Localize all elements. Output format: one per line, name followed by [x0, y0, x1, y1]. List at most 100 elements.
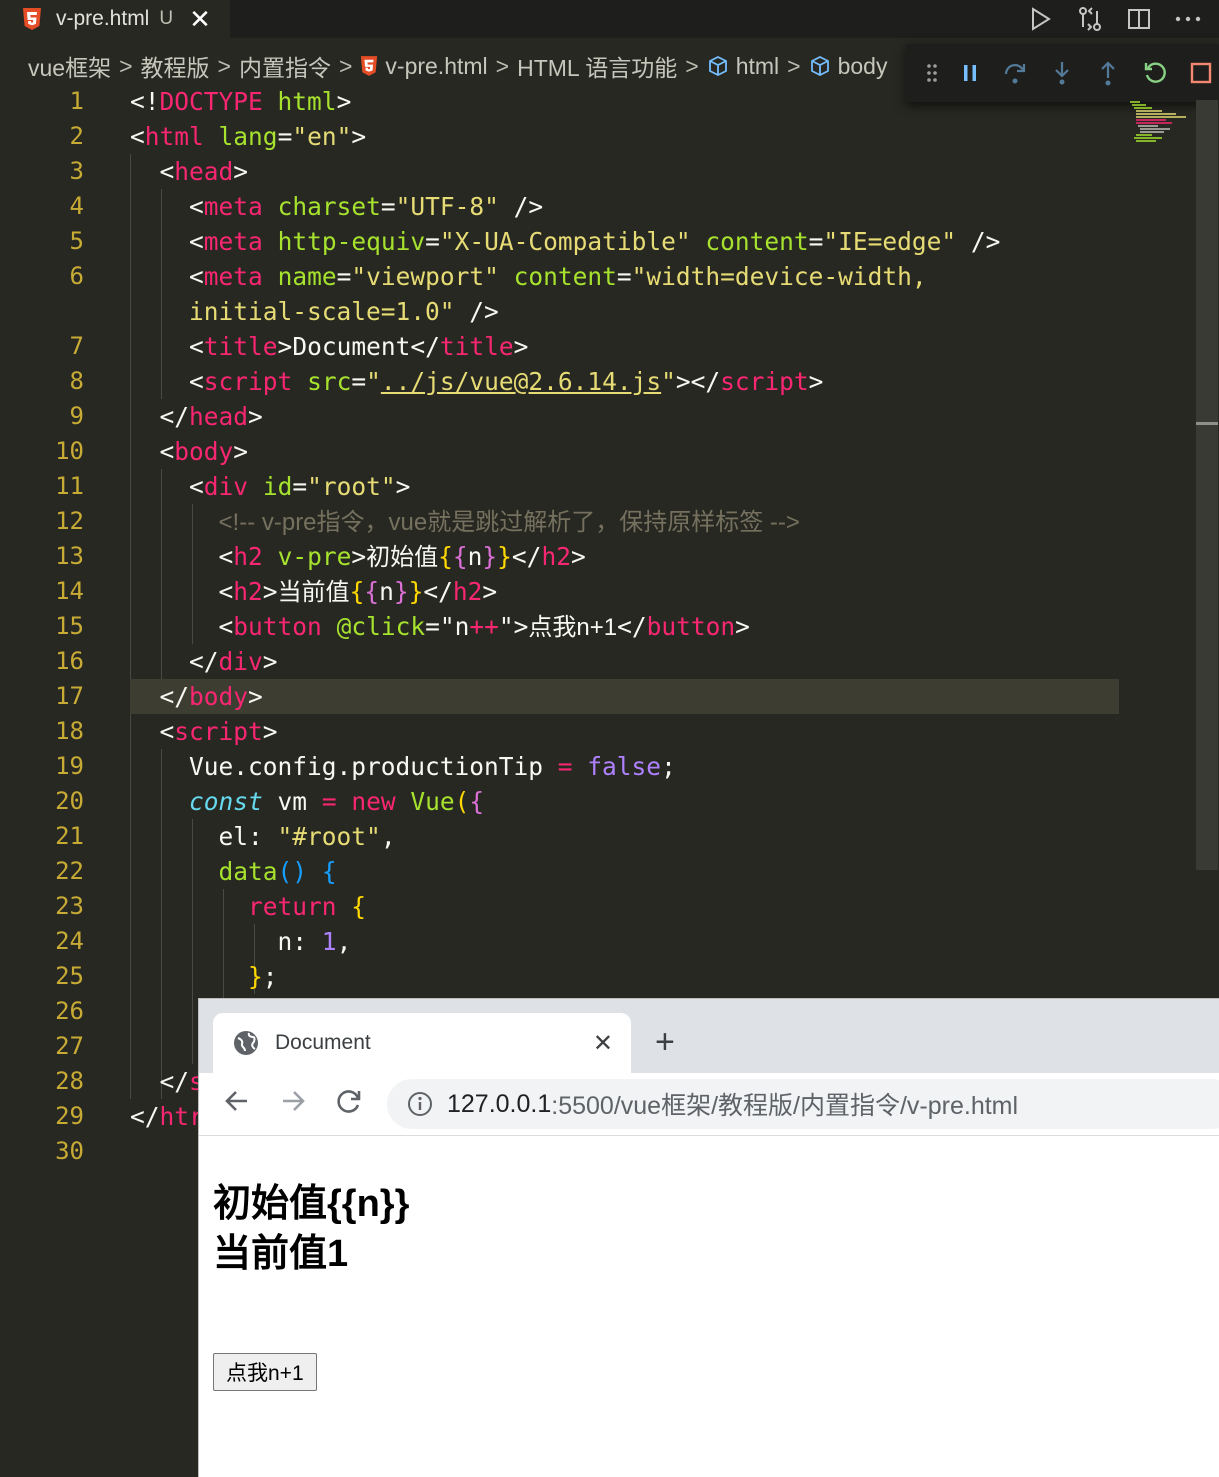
symbol-cube-icon [708, 55, 727, 77]
back-icon[interactable] [223, 1087, 251, 1115]
code-line: <script src="../js/vue@2.6.14.js"></scri… [189, 367, 824, 396]
restart-icon[interactable] [1142, 60, 1168, 86]
new-tab-button[interactable]: + [655, 1023, 675, 1062]
line-number: 15 [55, 612, 84, 640]
url-host: 127.0.0.1 [447, 1089, 552, 1118]
code-line: <title>Document</title> [189, 332, 529, 361]
html5-icon [361, 56, 378, 76]
editor-tab-filename: v-pre.html [56, 7, 150, 30]
breadcrumb-symbol-body[interactable]: body [809, 53, 887, 80]
url-path: :5500/vue框架/教程版/内置指令/v-pre.html [551, 1092, 1019, 1120]
source-compare-icon[interactable] [1077, 6, 1103, 32]
stop-icon[interactable] [1190, 62, 1212, 84]
breadcrumb-item[interactable]: 教程版 [141, 49, 210, 83]
current-line: </body> [130, 679, 1119, 714]
line-number: 9 [69, 402, 84, 430]
scrollbar-cursor-marker [1196, 422, 1218, 425]
line-number: 7 [69, 332, 84, 360]
line-number: 1 [69, 87, 84, 115]
line-number: 23 [55, 892, 84, 920]
line-number: 19 [55, 752, 84, 780]
editor-tab-v-pre[interactable]: v-pre.html U ✕ [0, 0, 230, 38]
pause-icon[interactable] [960, 62, 980, 84]
script-src-link[interactable]: ../js/vue@2.6.14.js [381, 367, 661, 396]
heading-current-value: 当前值1 [213, 1233, 349, 1275]
line-number: 16 [55, 647, 84, 675]
code-line: </div> [189, 647, 278, 676]
chevron-right-icon: > [495, 52, 510, 79]
step-over-icon[interactable] [1002, 60, 1028, 86]
editor-actions [1029, 2, 1201, 36]
code-line: <!DOCTYPE html> [130, 87, 352, 116]
code-line: <div id="root"> [189, 472, 411, 501]
untracked-badge: U [159, 8, 174, 29]
close-tab-icon[interactable]: ✕ [189, 4, 211, 35]
minimap[interactable] [1128, 100, 1198, 150]
code-line: </head> [159, 402, 263, 431]
line-number: 24 [55, 927, 84, 955]
line-number: 11 [55, 472, 84, 500]
line-number: 26 [55, 997, 84, 1025]
line-number: 8 [69, 367, 84, 395]
line-number: 4 [69, 192, 84, 220]
drag-handle-icon[interactable] [926, 62, 938, 84]
symbol-cube-icon [810, 55, 829, 77]
code-line: <!-- v-pre指令，vue就是跳过解析了，保持原样标签 --> [218, 509, 800, 536]
editor-tab-bar: v-pre.html U ✕ [0, 0, 1219, 38]
breadcrumb-item[interactable]: HTML 语言功能 [517, 49, 677, 83]
chevron-right-icon: > [685, 52, 699, 79]
code-line: <html lang="en"> [130, 122, 367, 151]
code-line: <h2>当前值{{n}}</h2> [218, 577, 498, 606]
line-number: 28 [55, 1067, 84, 1095]
breadcrumb-item: v-pre.html [385, 52, 488, 79]
code-line: <h2 v-pre>初始值{{n}}</h2> [218, 542, 586, 571]
increment-button[interactable]: 点我n+1 [213, 1353, 317, 1391]
heading-initial-value: 初始值{{n}} [213, 1183, 410, 1225]
reload-icon[interactable] [335, 1087, 363, 1115]
info-icon[interactable] [407, 1091, 433, 1117]
line-number-gutter: 1 2 3 4 5 6 7 8 9 10 11 12 13 14 15 16 1… [0, 84, 100, 1169]
breadcrumb-item: html [735, 52, 780, 79]
code-line: return { [248, 892, 367, 921]
chevron-right-icon: > [787, 52, 801, 79]
line-number: 30 [55, 1137, 84, 1165]
code-line: <button @click="n++">点我n+1</button> [218, 612, 750, 641]
line-number: 18 [55, 717, 84, 745]
editor-scrollbar[interactable] [1196, 100, 1218, 870]
more-actions-icon[interactable] [1175, 15, 1201, 23]
chevron-right-icon: > [338, 52, 353, 79]
line-number: 12 [55, 507, 84, 535]
browser-tab[interactable]: Document ✕ [213, 1013, 631, 1073]
forward-icon[interactable] [279, 1087, 307, 1115]
code-line: <meta charset="UTF-8" /> [189, 192, 544, 221]
breadcrumb-file[interactable]: v-pre.html [360, 52, 488, 80]
address-bar[interactable]: 127.0.0.1:5500/vue框架/教程版/内置指令/v-pre.html [387, 1079, 1219, 1129]
code-line: n: 1, [277, 927, 352, 956]
page-content: 初始值{{n}} 当前值1 点我n+1 [213, 1139, 410, 1391]
line-number: 6 [69, 262, 84, 290]
browser-toolbar: 127.0.0.1:5500/vue框架/教程版/内置指令/v-pre.html [199, 1073, 1219, 1136]
step-out-icon[interactable] [1096, 60, 1120, 86]
breadcrumb-item[interactable]: 内置指令 [239, 49, 331, 83]
breadcrumb-symbol-html[interactable]: html [707, 53, 779, 80]
code-line: const vm = new Vue({ [189, 787, 485, 816]
step-into-icon[interactable] [1050, 60, 1074, 86]
close-tab-icon[interactable]: ✕ [593, 1029, 613, 1058]
chevron-right-icon: > [217, 52, 231, 79]
breadcrumb-item[interactable]: vue框架 [28, 49, 111, 83]
line-number: 5 [69, 227, 84, 255]
line-number: 22 [55, 857, 84, 885]
code-line: }; [248, 962, 278, 991]
line-number: 21 [55, 822, 84, 850]
code-line: <head> [159, 157, 249, 186]
code-line: data() { [218, 857, 337, 886]
browser-tab-strip: Document ✕ + [199, 999, 1219, 1073]
run-icon[interactable] [1029, 6, 1053, 32]
code-line: Vue.config.productionTip = false; [189, 752, 676, 781]
line-number [0, 294, 100, 329]
code-line-wrap: initial-scale=1.0" /> [189, 297, 499, 326]
split-editor-icon[interactable] [1127, 7, 1151, 31]
line-number: 17 [55, 682, 84, 710]
html5-icon [23, 8, 41, 30]
line-number: 10 [55, 437, 84, 465]
